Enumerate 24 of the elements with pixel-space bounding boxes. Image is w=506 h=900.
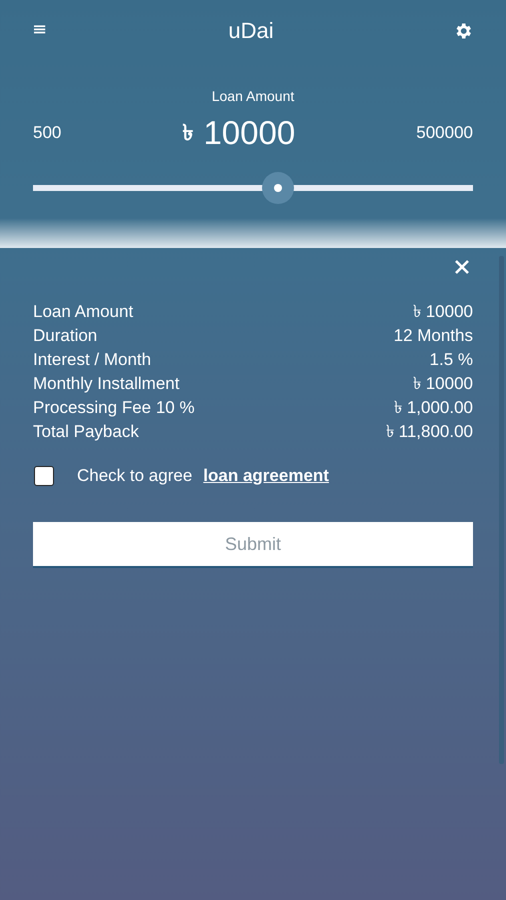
slider-label: Loan Amount xyxy=(210,88,296,104)
summary-value: ৳ 11,800.00 xyxy=(386,421,473,443)
summary-value: 12 Months xyxy=(394,326,473,346)
summary-value: 1.5 % xyxy=(430,350,473,370)
summary-label: Loan Amount xyxy=(33,302,134,322)
agree-text: Check to agree xyxy=(77,466,192,486)
submit-button[interactable]: Submit xyxy=(33,522,473,568)
max-value: 500000 xyxy=(416,123,473,143)
slider-thumb[interactable] xyxy=(262,172,294,204)
summary-label: Duration xyxy=(33,326,98,346)
summary-value: ৳ 10000 xyxy=(413,373,473,395)
min-value: 500 xyxy=(33,123,62,143)
summary-label: Interest / Month xyxy=(33,350,152,370)
app-title: uDai xyxy=(228,18,274,44)
agreement-link[interactable]: loan agreement xyxy=(203,466,329,486)
summary-label: Total Payback xyxy=(33,422,139,442)
summary-value: ৳ 1,000.00 xyxy=(394,397,473,419)
summary-value: ৳ 10000 xyxy=(413,301,473,323)
summary-label: Processing Fee 10 % xyxy=(33,398,195,418)
loan-amount: 10000 xyxy=(203,114,296,152)
summary-label: Monthly Installment xyxy=(33,374,180,394)
agree-checkbox[interactable] xyxy=(34,466,54,486)
close-icon[interactable] xyxy=(454,259,470,275)
currency-sign: ৳ xyxy=(182,118,194,146)
